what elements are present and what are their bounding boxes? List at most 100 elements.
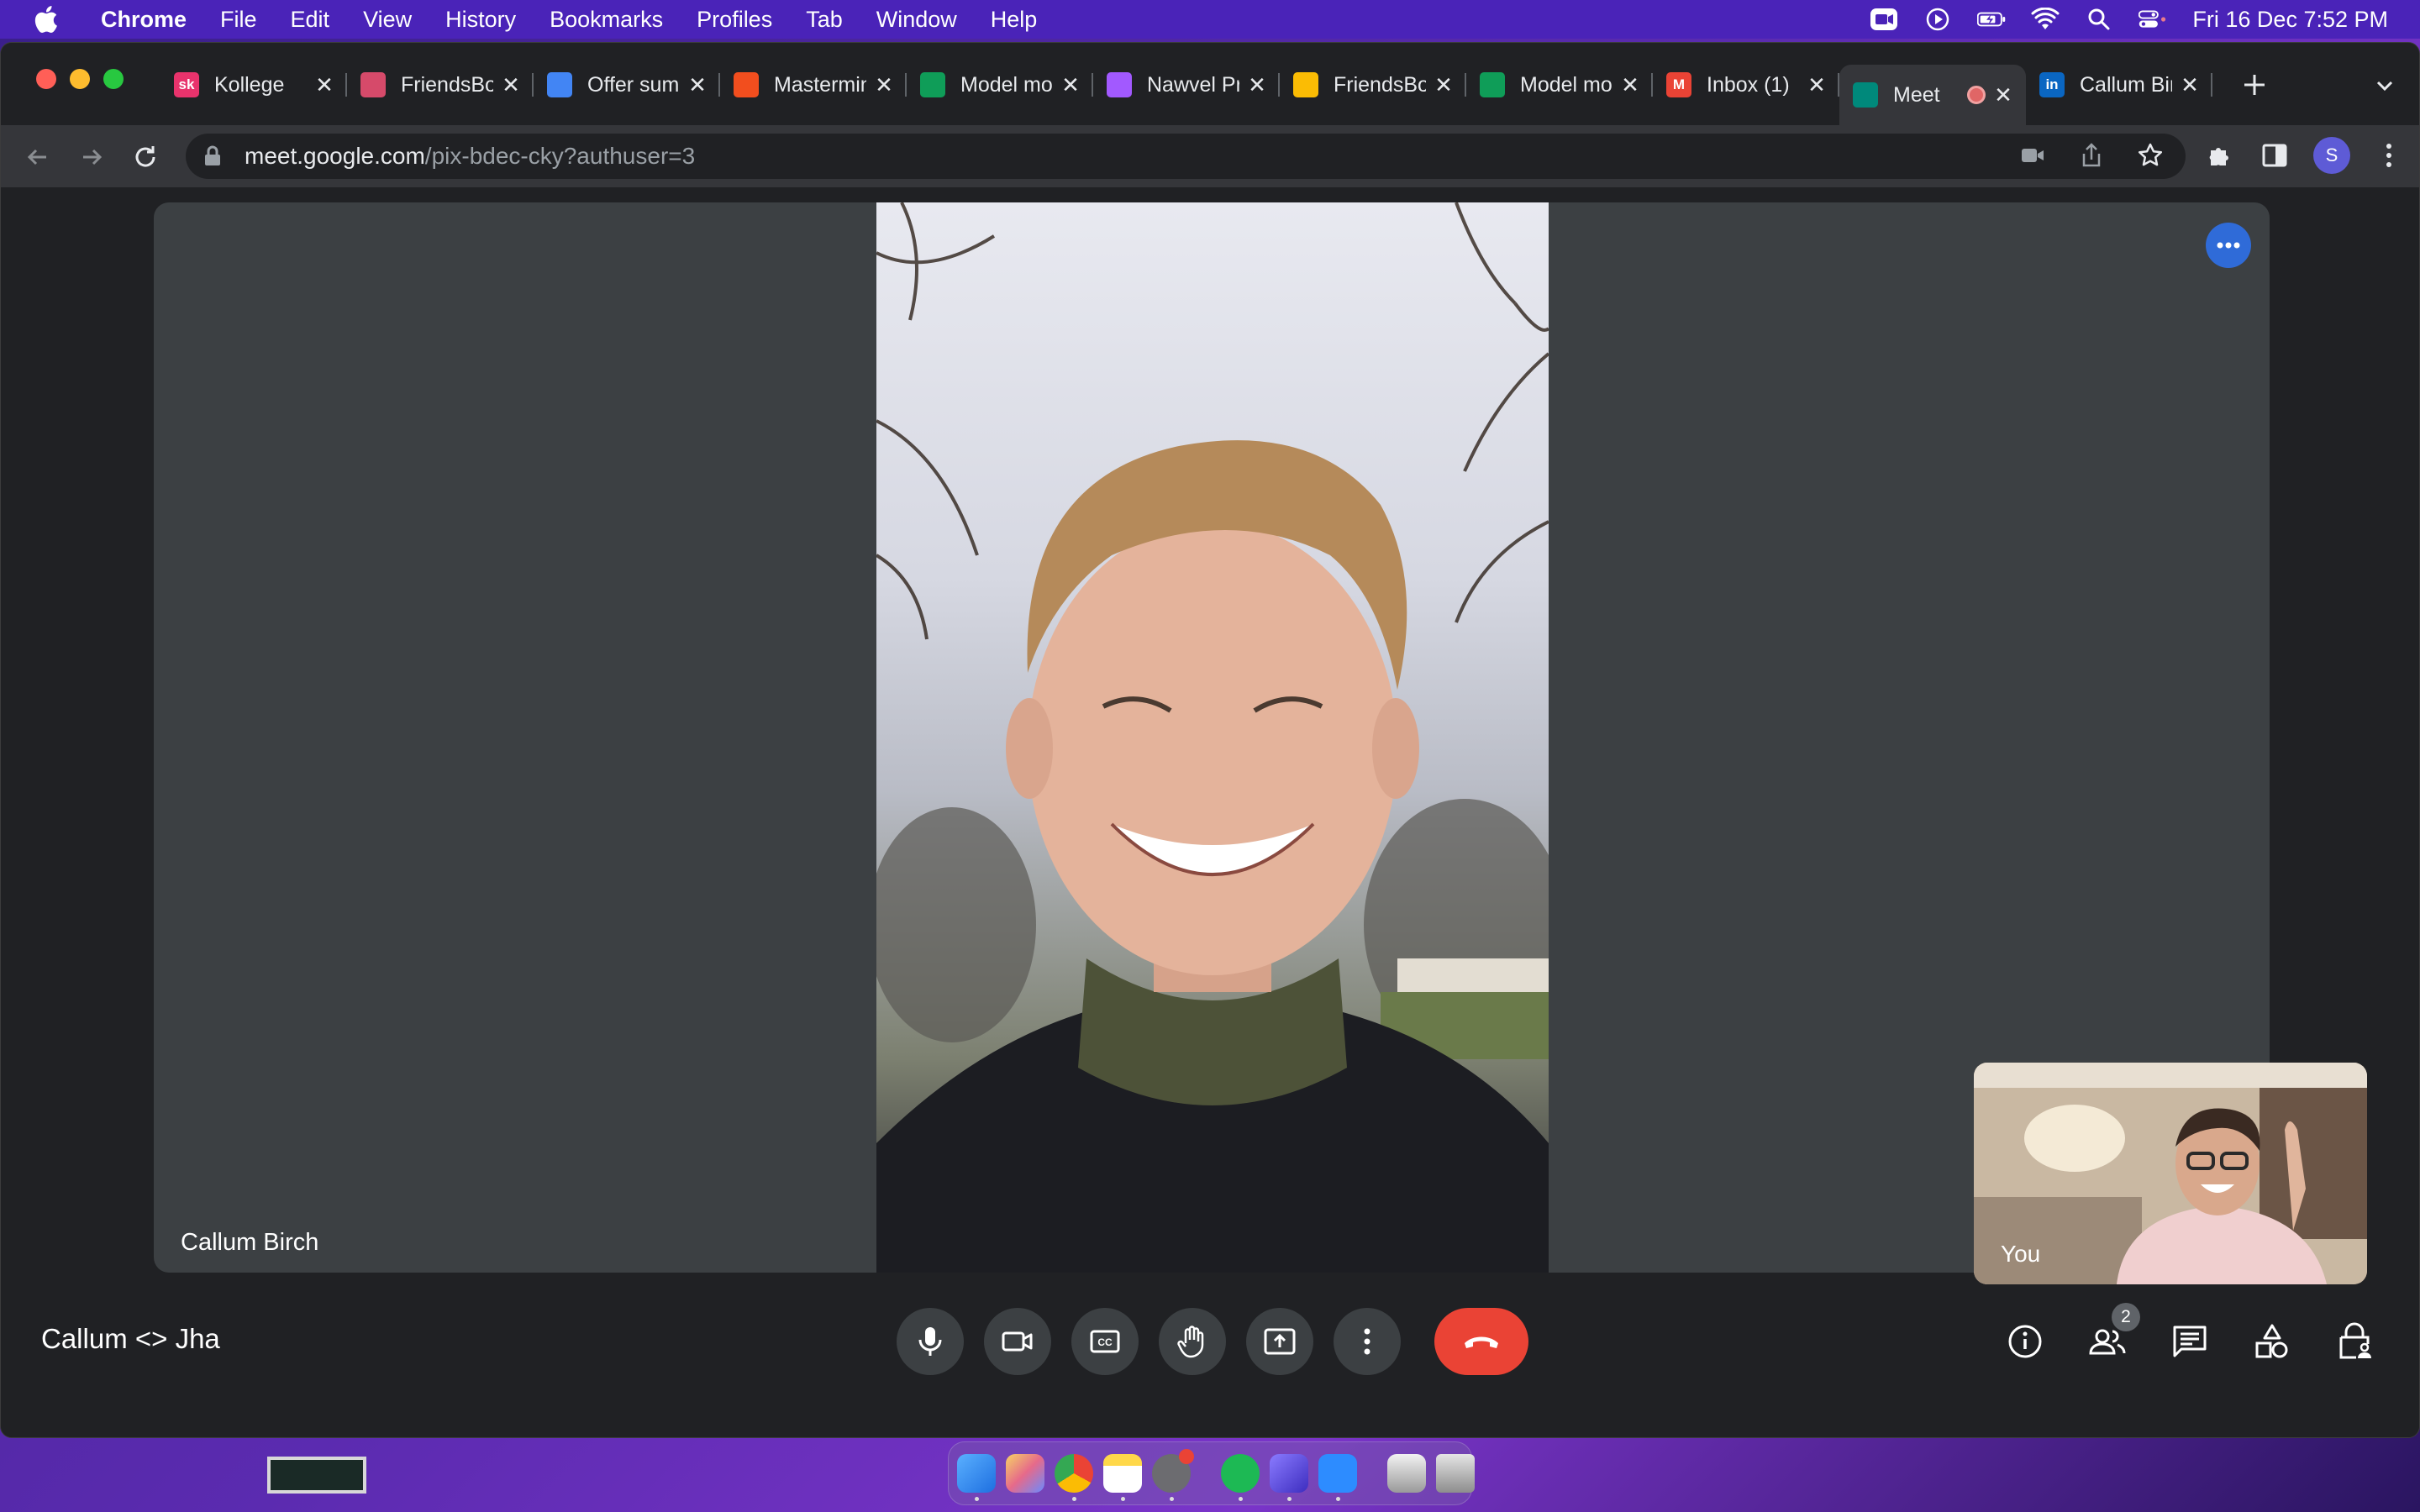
tab-friends-1[interactable]: FriendsBoo ✕ <box>347 65 534 105</box>
desktop-screenshot-thumbnail[interactable] <box>267 1457 366 1494</box>
zoom-dock-icon[interactable] <box>1318 1454 1357 1501</box>
play-status-icon[interactable] <box>1923 7 1952 32</box>
close-tab-icon[interactable]: ✕ <box>1619 72 1641 97</box>
forward-button[interactable] <box>75 140 108 174</box>
menu-file[interactable]: File <box>220 7 257 33</box>
friends-icon <box>360 72 386 97</box>
trash-icon[interactable] <box>1436 1454 1475 1493</box>
closed-captions-icon: CC <box>1090 1330 1120 1353</box>
spotlight-search-icon[interactable] <box>2085 7 2113 32</box>
url-text: meet.google.com/pix-bdec-cky?authuser=3 <box>245 143 695 170</box>
participant-name-label: Callum Birch <box>181 1229 319 1256</box>
apple-icon[interactable] <box>32 4 59 34</box>
tab-google-docs-2[interactable]: Offer sum ✕ <box>534 65 720 105</box>
google-sheets-icon <box>1480 72 1505 97</box>
tab-google-sheets-4[interactable]: Model mod ✕ <box>907 65 1093 105</box>
close-tab-icon[interactable]: ✕ <box>1246 72 1268 97</box>
activities-button[interactable] <box>2251 1318 2293 1365</box>
extensions-puzzle-icon[interactable] <box>2202 139 2236 172</box>
close-tab-icon[interactable]: ✕ <box>1992 82 2014 108</box>
chat-button[interactable] <box>2169 1318 2211 1365</box>
close-tab-icon[interactable]: ✕ <box>687 72 708 97</box>
video-stage: Callum Birch <box>154 202 2270 1273</box>
more-options-button[interactable] <box>1334 1308 1401 1375</box>
self-video-tile[interactable]: You <box>1974 1063 2367 1284</box>
new-tab-button[interactable] <box>2238 68 2271 102</box>
participant-video-image <box>876 202 1549 1273</box>
tab-title: Nawvel Pr <box>1147 72 1239 97</box>
tab-linkedin-10[interactable]: in Callum Birch ✕ <box>2026 65 2212 105</box>
participant-video[interactable] <box>876 202 1549 1273</box>
host-controls-button[interactable] <box>2333 1318 2375 1365</box>
menu-view[interactable]: View <box>363 7 412 33</box>
tile-more-options-button[interactable] <box>2206 223 2251 268</box>
tab-google-meet-9[interactable]: Meet ✕ <box>1839 65 2026 125</box>
system-preferences-icon[interactable] <box>1152 1449 1194 1501</box>
tab-figma-3[interactable]: Mastermind ✕ <box>720 65 907 105</box>
menu-help[interactable]: Help <box>991 7 1038 33</box>
tab-search-button[interactable] <box>2370 71 2399 100</box>
address-bar[interactable]: meet.google.com/pix-bdec-cky?authuser=3 <box>186 134 2186 179</box>
leave-call-button[interactable] <box>1434 1308 1528 1375</box>
menu-tab[interactable]: Tab <box>806 7 843 33</box>
phone-hangup-icon <box>1465 1336 1498 1348</box>
finder-icon[interactable] <box>957 1454 996 1501</box>
plus-icon <box>2244 75 2265 95</box>
control-center-icon[interactable] <box>2139 7 2167 32</box>
microphone-button[interactable] <box>897 1308 964 1375</box>
meeting-details-button[interactable] <box>2004 1318 2046 1365</box>
close-tab-icon[interactable]: ✕ <box>1433 72 1455 97</box>
maximize-window-button[interactable] <box>103 69 124 89</box>
menu-window[interactable]: Window <box>876 7 957 33</box>
raise-hand-button[interactable] <box>1159 1308 1226 1375</box>
close-tab-icon[interactable]: ✕ <box>2179 72 2201 97</box>
zoom-status-icon[interactable] <box>1870 7 1898 32</box>
menu-edit[interactable]: Edit <box>291 7 330 33</box>
menubar-clock[interactable]: Fri 16 Dec 7:52 PM <box>2192 7 2388 33</box>
back-button[interactable] <box>21 140 55 174</box>
toolbar-right: S <box>2202 137 2406 174</box>
close-tab-icon[interactable]: ✕ <box>1060 72 1081 97</box>
present-screen-button[interactable] <box>1246 1308 1313 1375</box>
menu-app-name[interactable]: Chrome <box>101 7 187 33</box>
browser-window: skKollege✕FriendsBoo✕Offer sum✕Mastermin… <box>0 42 2420 1438</box>
menu-profiles[interactable]: Profiles <box>697 7 772 33</box>
launchpad-icon[interactable] <box>1006 1454 1044 1493</box>
chrome-menu-kebab-icon[interactable] <box>2372 139 2406 172</box>
tab-gmail-8[interactable]: M Inbox (1) ✕ <box>1653 65 1839 105</box>
obsidian-icon[interactable] <box>1270 1454 1308 1501</box>
close-window-button[interactable] <box>36 69 56 89</box>
spotify-icon[interactable] <box>1221 1454 1260 1501</box>
bookmark-star-icon[interactable] <box>2135 140 2165 171</box>
downloads-stack-icon[interactable] <box>1387 1454 1426 1493</box>
profile-avatar[interactable]: S <box>2313 137 2350 174</box>
tab-kollege-0[interactable]: sk Kollege ✕ <box>160 65 347 105</box>
captions-button[interactable]: CC <box>1071 1308 1139 1375</box>
camera-button[interactable] <box>984 1308 1051 1375</box>
reload-button[interactable] <box>129 140 162 174</box>
menu-history[interactable]: History <box>445 7 516 33</box>
battery-icon[interactable] <box>1977 7 2006 32</box>
close-tab-icon[interactable]: ✕ <box>313 72 335 97</box>
share-icon[interactable] <box>2076 140 2107 171</box>
self-video-label: You <box>2001 1241 2041 1267</box>
menu-bookmarks[interactable]: Bookmarks <box>550 7 663 33</box>
tab-figma-5[interactable]: Nawvel Pr ✕ <box>1093 65 1280 105</box>
tab-strip: skKollege✕FriendsBoo✕Offer sum✕Mastermin… <box>1 43 2419 125</box>
minimize-window-button[interactable] <box>70 69 90 89</box>
close-tab-icon[interactable]: ✕ <box>1806 72 1828 97</box>
close-tab-icon[interactable]: ✕ <box>873 72 895 97</box>
tab-google-sheets-7[interactable]: Model mod ✕ <box>1466 65 1653 105</box>
chevron-down-icon <box>2376 81 2393 92</box>
more-vertical-icon <box>1364 1328 1370 1355</box>
info-icon <box>2008 1325 2042 1358</box>
side-panel-icon[interactable] <box>2258 139 2291 172</box>
wifi-icon[interactable] <box>2031 7 2060 32</box>
chrome-dock-icon[interactable] <box>1055 1454 1093 1501</box>
tab-google-drive-6[interactable]: FriendsBoo ✕ <box>1280 65 1466 105</box>
people-button[interactable]: 2 <box>2086 1303 2140 1365</box>
camera-in-use-icon[interactable] <box>2018 140 2048 171</box>
notes-icon[interactable] <box>1103 1454 1142 1501</box>
lock-icon[interactable] <box>201 144 224 168</box>
close-tab-icon[interactable]: ✕ <box>500 72 522 97</box>
